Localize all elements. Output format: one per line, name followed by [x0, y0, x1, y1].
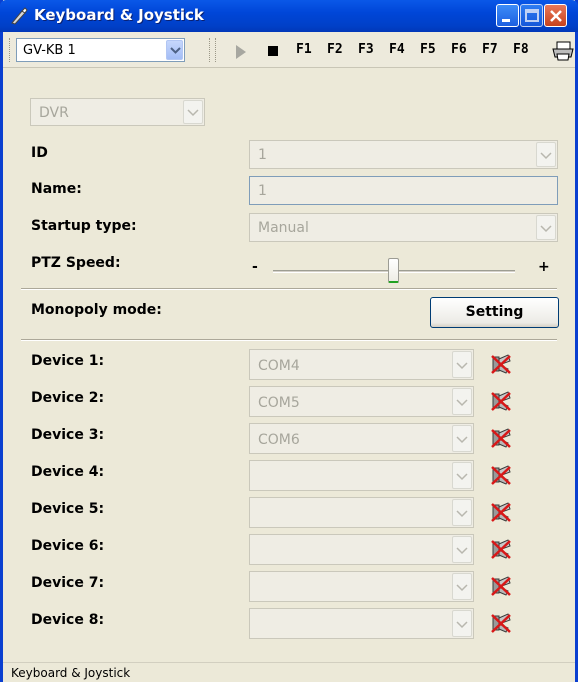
- toolbar-grip[interactable]: [209, 38, 212, 62]
- monopoly-mode-label: Monopoly mode:: [31, 302, 162, 318]
- setting-button[interactable]: Setting: [430, 297, 559, 328]
- device-1-select[interactable]: COM4: [249, 349, 474, 380]
- name-label: Name:: [31, 181, 82, 197]
- stop-icon[interactable]: [268, 46, 278, 56]
- type-select[interactable]: DVR: [30, 98, 205, 126]
- device-5-select[interactable]: [249, 497, 474, 528]
- main-window: Keyboard & Joystick GV-KB 1 F1 F2 F3 F4 F5 F6…: [0, 0, 578, 682]
- device-4-select[interactable]: [249, 460, 474, 491]
- device-2-value: COM5: [258, 395, 300, 411]
- title-bar[interactable]: Keyboard & Joystick: [0, 0, 578, 32]
- device-8-label: Device 8:: [31, 612, 105, 628]
- chevron-down-icon[interactable]: [183, 100, 203, 124]
- chevron-down-icon[interactable]: [536, 142, 556, 167]
- fkey-f8-button[interactable]: F8: [513, 42, 529, 57]
- fkey-f1-button[interactable]: F1: [296, 42, 312, 57]
- divider: [21, 288, 557, 290]
- window-title: Keyboard & Joystick: [34, 6, 204, 24]
- device-8-select[interactable]: [249, 608, 474, 639]
- type-select-value: DVR: [39, 105, 69, 121]
- device-disconnected-icon[interactable]: [490, 464, 512, 486]
- fkey-f3-button[interactable]: F3: [358, 42, 374, 57]
- toolbar-grip[interactable]: [9, 38, 12, 62]
- maximize-button[interactable]: [520, 4, 543, 27]
- name-field-value: 1: [258, 183, 267, 199]
- joystick-app-icon: [11, 7, 28, 25]
- divider: [21, 339, 557, 341]
- chevron-down-icon[interactable]: [536, 215, 556, 240]
- status-bar: Keyboard & Joystick: [3, 662, 575, 682]
- ptz-speed-slider-thumb[interactable]: [388, 258, 399, 283]
- fkey-f6-button[interactable]: F6: [451, 42, 467, 57]
- device-disconnected-icon[interactable]: [490, 501, 512, 523]
- chevron-down-icon[interactable]: [452, 425, 472, 452]
- device-disconnected-icon[interactable]: [490, 612, 512, 634]
- device-5-label: Device 5:: [31, 501, 105, 517]
- ptz-speed-minus: -: [252, 259, 258, 275]
- startup-type-label: Startup type:: [31, 218, 137, 234]
- device-3-value: COM6: [258, 432, 300, 448]
- status-text: Keyboard & Joystick: [11, 666, 131, 680]
- device-6-select[interactable]: [249, 534, 474, 565]
- device-disconnected-icon[interactable]: [490, 353, 512, 375]
- chevron-down-icon[interactable]: [452, 536, 472, 563]
- id-select-value: 1: [258, 147, 267, 163]
- device-1-value: COM4: [258, 358, 300, 374]
- chevron-down-icon[interactable]: [166, 40, 183, 60]
- chevron-down-icon[interactable]: [452, 499, 472, 526]
- minimize-button[interactable]: [496, 4, 519, 27]
- chevron-down-icon[interactable]: [452, 351, 472, 378]
- device-4-label: Device 4:: [31, 464, 105, 480]
- chevron-down-icon[interactable]: [452, 573, 472, 600]
- fkey-f7-button[interactable]: F7: [482, 42, 498, 57]
- chevron-down-icon[interactable]: [452, 388, 472, 415]
- keyboard-selector[interactable]: GV-KB 1: [16, 38, 185, 62]
- startup-type-select[interactable]: Manual: [249, 213, 558, 242]
- ptz-speed-plus: +: [538, 259, 550, 275]
- printer-icon[interactable]: [551, 40, 575, 62]
- id-select[interactable]: 1: [249, 140, 558, 169]
- toolbar-grip[interactable]: [215, 38, 218, 62]
- fkey-f2-button[interactable]: F2: [327, 42, 343, 57]
- device-3-select[interactable]: COM6: [249, 423, 474, 454]
- ptz-speed-label: PTZ Speed:: [31, 255, 121, 271]
- fkey-f5-button[interactable]: F5: [420, 42, 436, 57]
- keyboard-selector-value: GV-KB 1: [23, 43, 76, 58]
- device-disconnected-icon[interactable]: [490, 538, 512, 560]
- device-disconnected-icon[interactable]: [490, 427, 512, 449]
- chevron-down-icon[interactable]: [452, 462, 472, 489]
- device-disconnected-icon[interactable]: [490, 390, 512, 412]
- device-7-label: Device 7:: [31, 575, 105, 591]
- close-button[interactable]: [544, 4, 567, 27]
- device-7-select[interactable]: [249, 571, 474, 602]
- play-icon[interactable]: [235, 44, 247, 60]
- device-6-label: Device 6:: [31, 538, 105, 554]
- device-3-label: Device 3:: [31, 427, 105, 443]
- name-field[interactable]: 1: [249, 176, 558, 205]
- fkey-f4-button[interactable]: F4: [389, 42, 405, 57]
- device-disconnected-icon[interactable]: [490, 575, 512, 597]
- device-1-label: Device 1:: [31, 353, 105, 369]
- device-2-label: Device 2:: [31, 390, 105, 406]
- id-label: ID: [31, 145, 48, 161]
- chevron-down-icon[interactable]: [452, 610, 472, 637]
- device-2-select[interactable]: COM5: [249, 386, 474, 417]
- startup-type-value: Manual: [258, 220, 309, 236]
